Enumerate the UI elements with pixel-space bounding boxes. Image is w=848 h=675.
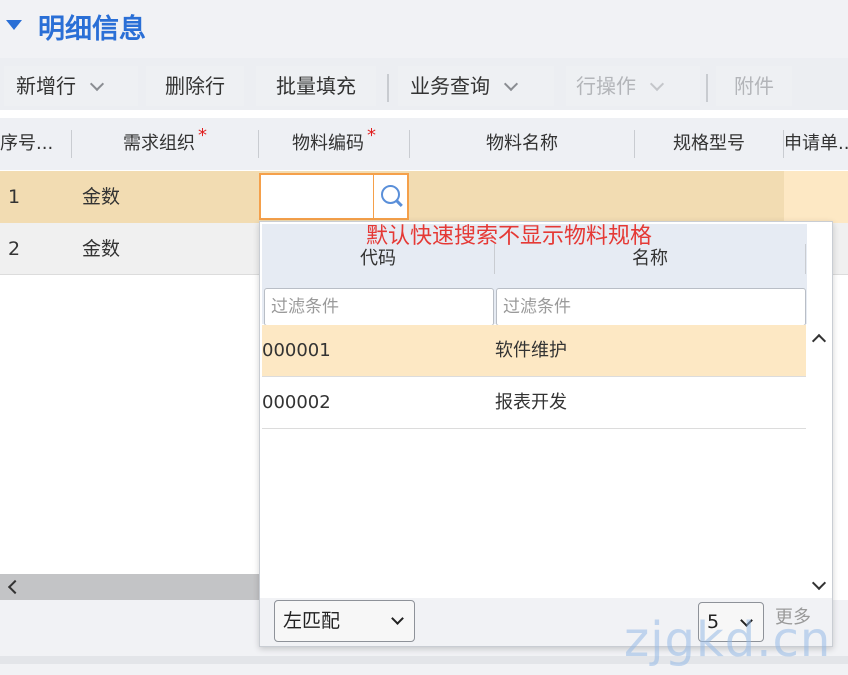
- col-header-material-code-label: 物料编码: [292, 133, 364, 154]
- vertical-scrollbar[interactable]: [806, 324, 832, 598]
- cell-index: 2: [8, 238, 21, 260]
- item-name: 报表开发: [495, 392, 567, 413]
- code-filter-input[interactable]: [264, 288, 494, 326]
- attachment-button[interactable]: 附件: [716, 66, 792, 106]
- search-button[interactable]: [373, 175, 407, 218]
- row-ops-button[interactable]: 行操作: [566, 66, 700, 106]
- quick-search-popup: 默认快速搜索不显示物料规格 代码 名称 000001 软件维护 000002 报…: [259, 221, 833, 647]
- toolbar-divider: [706, 74, 708, 102]
- chevron-down-icon[interactable]: [89, 76, 105, 92]
- row-ops-label: 行操作: [576, 74, 636, 98]
- batch-fill-button[interactable]: 批量填充: [256, 66, 376, 106]
- col-header-material-code[interactable]: 物料编码 *: [259, 118, 409, 170]
- add-row-label: 新增行: [16, 74, 76, 98]
- horizontal-scrollbar[interactable]: [0, 574, 262, 600]
- required-marker: *: [367, 125, 376, 146]
- add-row-button[interactable]: 新增行: [4, 66, 138, 106]
- search-icon: [381, 185, 400, 204]
- name-filter-input[interactable]: [496, 288, 806, 326]
- item-code: 000001: [262, 340, 331, 361]
- item-code: 000002: [262, 392, 331, 413]
- material-code-input[interactable]: [259, 173, 409, 220]
- collapse-caret-icon[interactable]: [6, 20, 22, 30]
- match-mode-value: 左匹配: [283, 610, 341, 632]
- toolbar: 新增行 删除行 批量填充 业务查询 行操作 附件: [0, 58, 848, 110]
- cell-request[interactable]: [784, 171, 848, 223]
- business-query-button[interactable]: 业务查询: [398, 66, 554, 106]
- scroll-down-icon[interactable]: [811, 578, 827, 594]
- scroll-up-icon[interactable]: [811, 330, 827, 346]
- popup-col-name[interactable]: 名称: [495, 242, 805, 276]
- business-query-label: 业务查询: [410, 74, 490, 98]
- section-header: 明细信息: [0, 0, 848, 58]
- col-header-material-name[interactable]: 物料名称: [410, 118, 634, 170]
- col-header-org-label: 需求组织: [123, 133, 195, 154]
- col-header-index[interactable]: 序号...: [0, 118, 70, 170]
- col-header-org[interactable]: 需求组织 *: [72, 118, 258, 170]
- match-mode-select[interactable]: 左匹配: [274, 600, 415, 642]
- col-divider: [805, 244, 806, 274]
- scroll-left-icon[interactable]: [4, 578, 22, 596]
- popup-header: 默认快速搜索不显示物料规格 代码 名称: [262, 224, 807, 326]
- cell-index: 1: [8, 186, 21, 208]
- cell-org[interactable]: 金数: [82, 171, 120, 223]
- item-name: 软件维护: [495, 340, 567, 361]
- chevron-down-icon[interactable]: [649, 76, 665, 92]
- delete-row-button[interactable]: 删除行: [146, 66, 244, 106]
- watermark: zjgkd.cn: [624, 612, 832, 668]
- chevron-down-icon[interactable]: [503, 76, 519, 92]
- list-item[interactable]: 000002 报表开发: [262, 377, 806, 429]
- required-marker: *: [198, 125, 207, 146]
- section-title: 明细信息: [38, 14, 146, 45]
- list-item[interactable]: 000001 软件维护: [262, 325, 806, 377]
- popup-col-code[interactable]: 代码: [262, 242, 494, 276]
- cell-org[interactable]: 金数: [82, 223, 120, 275]
- chevron-down-icon: [391, 612, 404, 625]
- col-header-request[interactable]: 申请单...: [784, 118, 848, 170]
- toolbar-divider: [387, 74, 389, 102]
- grid-header: 序号... 需求组织* 物料编码* 物料名称 规格型号 申请单...: [0, 118, 848, 170]
- col-header-spec[interactable]: 规格型号: [635, 118, 783, 170]
- table-row[interactable]: 1 金数: [0, 171, 848, 223]
